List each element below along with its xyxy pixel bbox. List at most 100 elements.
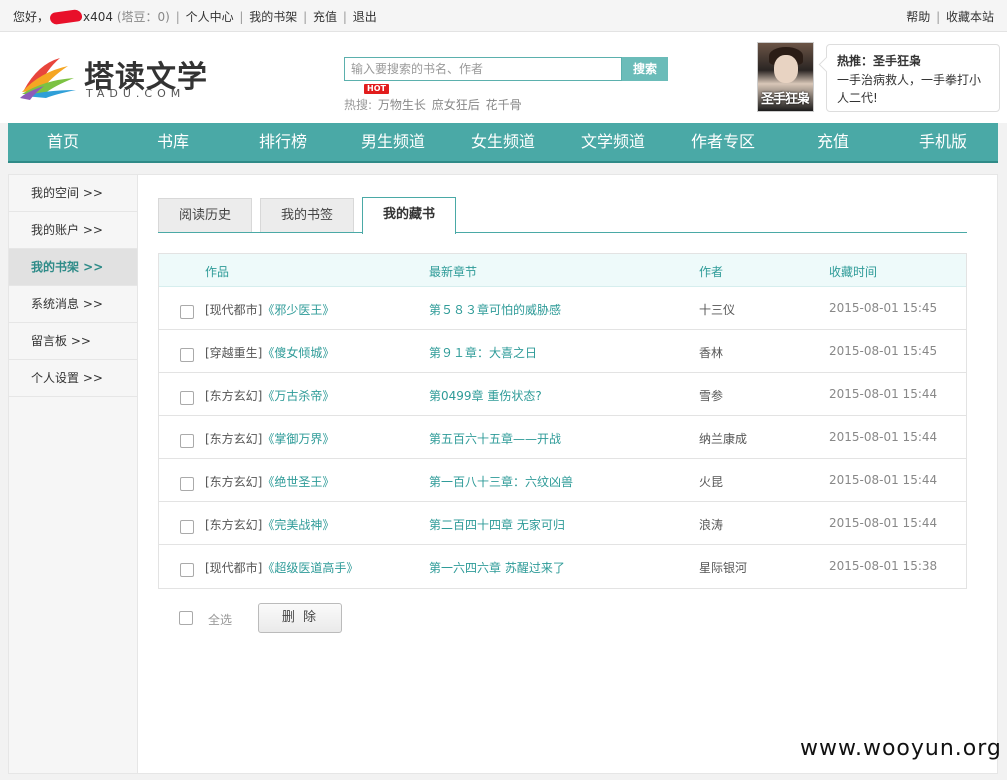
tab-my-bookmarks[interactable]: 我的书签	[260, 198, 354, 232]
separator: |	[239, 10, 244, 24]
nav-author-zone[interactable]: 作者专区	[668, 123, 778, 161]
table-row: [东方玄幻]《掌御万界》 第五百六十五章——开战 纳兰康成 2015-08-01…	[159, 416, 966, 459]
delete-button[interactable]: 删 除	[258, 603, 342, 633]
header-latest-chapter: 最新章节	[429, 265, 478, 279]
row-collect-time: 2015-08-01 15:45	[829, 344, 938, 358]
row-checkbox[interactable]	[180, 305, 194, 319]
row-category: [东方玄幻]	[205, 475, 263, 489]
row-checkbox[interactable]	[180, 563, 194, 577]
row-collect-time: 2015-08-01 15:44	[829, 387, 938, 401]
row-checkbox[interactable]	[180, 348, 194, 362]
link-personal-center[interactable]: 个人中心	[186, 10, 234, 24]
sidebar-item-my-account[interactable]: 我的账户 >>	[9, 212, 137, 249]
main-content: 阅读历史 我的书签 我的藏书 作品 最新章节 作者 收藏时间 [现代都市]《邪少…	[138, 174, 998, 774]
nav-recharge[interactable]: 充值	[778, 123, 888, 161]
search-input[interactable]	[344, 57, 622, 81]
table-row: [现代都市]《邪少医王》 第５８３章可怕的威胁感 十三仪 2015-08-01 …	[159, 287, 966, 330]
row-latest-chapter[interactable]: 第五百六十五章——开战	[429, 430, 561, 447]
row-checkbox[interactable]	[180, 434, 194, 448]
sidebar-item-my-space[interactable]: 我的空间 >>	[9, 175, 137, 212]
nav-female-channel[interactable]: 女生频道	[448, 123, 558, 161]
sidebar-item-message-board[interactable]: 留言板 >>	[9, 323, 137, 360]
separator: |	[303, 10, 308, 24]
hot-search-label: 热搜:	[344, 98, 373, 112]
row-author: 十三仪	[699, 303, 736, 317]
recommended-book-cover[interactable]: 圣手狂枭	[757, 42, 814, 112]
table-row: [现代都市]《超级医道高手》 第一六四六章 苏醒过来了 星际银河 2015-08…	[159, 545, 966, 588]
hot-badge: HOT	[364, 84, 389, 94]
row-work: [现代都市]《邪少医王》	[205, 301, 334, 318]
nav-library[interactable]: 书库	[118, 123, 228, 161]
header-collect-time: 收藏时间	[829, 265, 878, 279]
site-logo[interactable]: 塔读文学 TADU.COM	[20, 52, 220, 102]
username: x404	[83, 10, 114, 24]
row-work: [现代都市]《超级医道高手》	[205, 559, 358, 576]
row-category: [现代都市]	[205, 561, 263, 575]
hot-keyword[interactable]: 花千骨	[486, 98, 522, 112]
row-latest-chapter[interactable]: 第９１章：大喜之日	[429, 344, 537, 361]
hot-keyword[interactable]: 庶女狂后	[432, 98, 480, 112]
hot-keyword[interactable]: 万物生长	[378, 98, 426, 112]
sidebar-item-system-messages[interactable]: 系统消息 >>	[9, 286, 137, 323]
nav-mobile[interactable]: 手机版	[888, 123, 998, 161]
separator: |	[175, 10, 180, 24]
link-bookmark-site[interactable]: 收藏本站	[946, 10, 994, 24]
recommend-title[interactable]: 热推：圣手狂枭	[837, 52, 989, 69]
nav-rankings[interactable]: 排行榜	[228, 123, 338, 161]
sidebar: 我的空间 >> 我的账户 >> 我的书架 >> 系统消息 >> 留言板 >> 个…	[8, 174, 138, 774]
sidebar-item-my-bookshelf[interactable]: 我的书架 >>	[9, 249, 137, 286]
row-collect-time: 2015-08-01 15:44	[829, 473, 938, 487]
recommend-description: 一手治病救人，一手拳打小人二代!	[837, 73, 982, 105]
row-category: [东方玄幻]	[205, 518, 263, 532]
link-recharge[interactable]: 充值	[313, 10, 337, 24]
row-book-title[interactable]: 《万古杀帝》	[262, 389, 334, 403]
select-all-label[interactable]: 全选	[208, 611, 232, 628]
row-book-title[interactable]: 《邪少医王》	[262, 303, 334, 317]
cover-figure-face	[774, 55, 798, 83]
row-latest-chapter[interactable]: 第一百八十三章：六纹凶兽	[429, 473, 573, 490]
bookshelf-tabs: 阅读历史 我的书签 我的藏书	[158, 197, 967, 234]
logo-domain: TADU.COM	[86, 87, 186, 100]
row-author: 纳兰康成	[699, 432, 748, 446]
nav-home[interactable]: 首页	[8, 123, 118, 161]
nav-male-channel[interactable]: 男生频道	[338, 123, 448, 161]
nav-literature-channel[interactable]: 文学频道	[558, 123, 668, 161]
table-row: [东方玄幻]《万古杀帝》 第0499章 重伤状态? 雪参 2015-08-01 …	[159, 373, 966, 416]
row-author: 浪涛	[699, 518, 724, 532]
top-bar: 您好， x404 (塔豆：0) | 个人中心 | 我的书架 | 充值 | 退出 帮…	[0, 0, 1007, 32]
link-my-bookshelf[interactable]: 我的书架	[249, 10, 297, 24]
link-logout[interactable]: 退出	[353, 10, 377, 24]
row-author: 星际银河	[699, 561, 748, 575]
row-category: [东方玄幻]	[205, 432, 263, 446]
row-work: [穿越重生]《傻女倾城》	[205, 344, 334, 361]
tab-my-collection[interactable]: 我的藏书	[362, 197, 456, 234]
row-latest-chapter[interactable]: 第一六四六章 苏醒过来了	[429, 559, 565, 576]
row-checkbox[interactable]	[180, 477, 194, 491]
tab-reading-history[interactable]: 阅读历史	[158, 198, 252, 232]
row-work: [东方玄幻]《绝世圣王》	[205, 473, 334, 490]
row-checkbox[interactable]	[180, 391, 194, 405]
row-book-title[interactable]: 《掌御万界》	[262, 432, 334, 446]
row-category: [现代都市]	[205, 303, 263, 317]
redacted-username-mark	[49, 8, 83, 26]
row-book-title[interactable]: 《绝世圣王》	[262, 475, 334, 489]
search-button[interactable]: 搜索	[622, 57, 668, 81]
row-author: 雪参	[699, 389, 724, 403]
row-book-title[interactable]: 《傻女倾城》	[262, 346, 334, 360]
link-help[interactable]: 帮助	[906, 10, 930, 24]
header-work: 作品	[205, 265, 230, 279]
table-header: 作品 最新章节 作者 收藏时间	[159, 254, 966, 287]
select-all-checkbox[interactable]	[179, 611, 193, 625]
row-latest-chapter[interactable]: 第0499章 重伤状态?	[429, 387, 542, 404]
row-book-title[interactable]: 《超级医道高手》	[262, 561, 358, 575]
row-latest-chapter[interactable]: 第５８３章可怕的威胁感	[429, 301, 561, 318]
row-latest-chapter[interactable]: 第二百四十四章 无家可归	[429, 516, 565, 533]
separator: |	[936, 10, 941, 24]
row-collect-time: 2015-08-01 15:44	[829, 516, 938, 530]
row-work: [东方玄幻]《掌御万界》	[205, 430, 334, 447]
row-book-title[interactable]: 《完美战神》	[262, 518, 334, 532]
sidebar-item-personal-settings[interactable]: 个人设置 >>	[9, 360, 137, 397]
collection-table: 作品 最新章节 作者 收藏时间 [现代都市]《邪少医王》 第５８３章可怕的威胁感…	[158, 253, 967, 589]
row-author: 火昆	[699, 475, 724, 489]
row-checkbox[interactable]	[180, 520, 194, 534]
